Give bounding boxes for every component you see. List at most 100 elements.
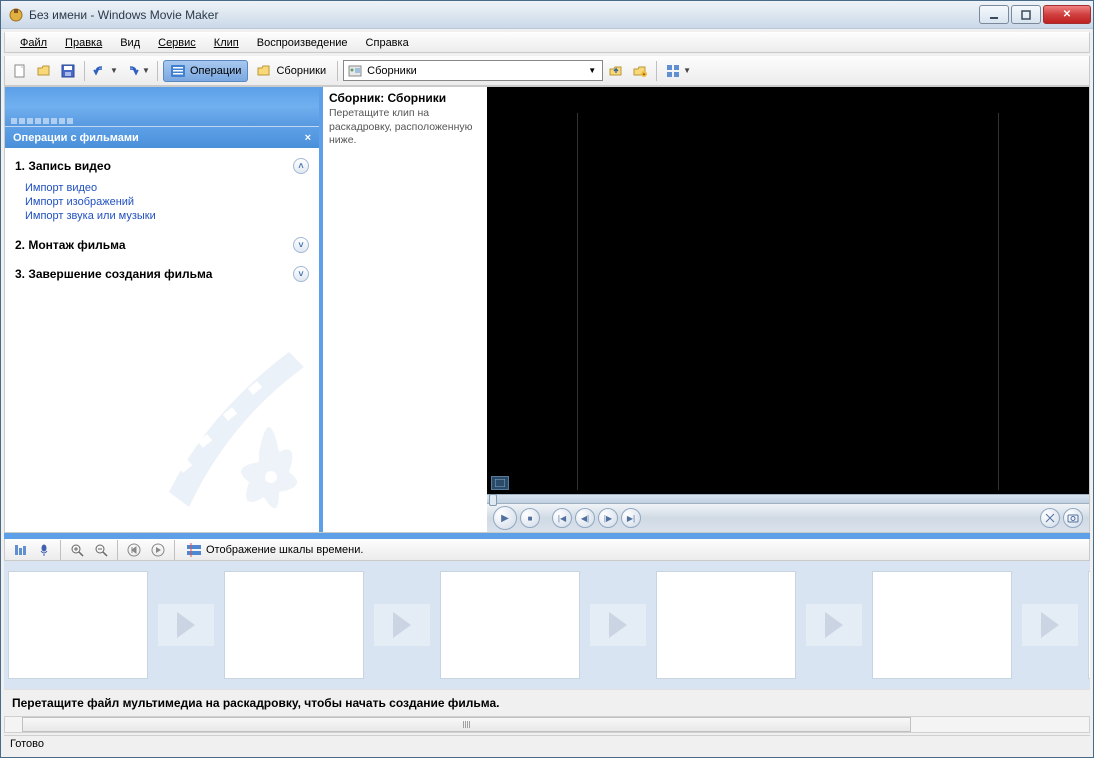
snapshot-button[interactable] [1063, 508, 1083, 528]
view-mode-button[interactable]: ▼ [662, 60, 694, 82]
menubar: Файл Правка Вид Сервис Клип Воспроизведе… [4, 32, 1090, 53]
separator [117, 540, 118, 560]
step-back-button[interactable]: ◀| [575, 508, 595, 528]
open-button[interactable] [33, 60, 55, 82]
storyboard-clip-slot[interactable] [656, 571, 796, 679]
storyboard-transition-slot[interactable] [364, 571, 440, 679]
import-audio-link[interactable]: Импорт звука или музыки [25, 209, 309, 223]
window-buttons: ✕ [977, 5, 1091, 24]
step-fwd-button[interactable]: |▶ [598, 508, 618, 528]
zoom-in-button[interactable] [66, 539, 88, 561]
tasks-toggle-button[interactable]: Операции [163, 60, 248, 82]
redo-button[interactable]: ▼ [122, 60, 152, 82]
new-project-button[interactable] [9, 60, 31, 82]
menu-view[interactable]: Вид [111, 35, 149, 51]
storyboard-transition-slot[interactable] [148, 571, 224, 679]
rewind-timeline-button[interactable] [123, 539, 145, 561]
collection-panel: Сборник: Сборники Перетащите клип на рас… [319, 87, 487, 532]
storyboard-clip-slot[interactable] [1088, 571, 1090, 679]
close-button[interactable]: ✕ [1043, 5, 1091, 24]
seek-bar[interactable] [487, 494, 1089, 504]
collections-toggle-label: Сборники [276, 65, 326, 77]
split-button[interactable] [1040, 508, 1060, 528]
menu-file[interactable]: Файл [11, 35, 56, 51]
timeline-icon [186, 542, 202, 558]
separator [656, 61, 657, 81]
minimize-button[interactable] [979, 5, 1009, 24]
menu-edit[interactable]: Правка [56, 35, 111, 51]
task-section-finish-title: 3. Завершение создания фильма [15, 267, 212, 281]
scrollbar-thumb[interactable] [22, 717, 911, 732]
task-section-finish: 3. Завершение создания фильма ˅ [15, 264, 309, 287]
timeline-view-toggle-label: Отображение шкалы времени. [206, 544, 363, 556]
chevron-down-icon: ˅ [293, 237, 309, 253]
storyboard-clip-slot[interactable] [224, 571, 364, 679]
status-text: Готово [10, 738, 44, 750]
storyboard-hint: Перетащите файл мультимедиа на раскадров… [4, 689, 1090, 716]
storyboard-transition-slot[interactable] [580, 571, 656, 679]
narrate-button[interactable] [33, 539, 55, 561]
storyboard-clip-slot[interactable] [872, 571, 1012, 679]
preview-controls: ▶ ■ |◀ ◀| |▶ ▶| [487, 504, 1089, 532]
app-icon [8, 7, 24, 23]
separator [157, 61, 158, 81]
app-window: Без имени - Windows Movie Maker ✕ Файл П… [0, 0, 1094, 758]
menu-clip[interactable]: Клип [205, 35, 248, 51]
save-button[interactable] [57, 60, 79, 82]
new-folder-button[interactable]: ✦ [629, 60, 651, 82]
next-clip-button[interactable]: ▶| [621, 508, 641, 528]
task-section-capture-title: 1. Запись видео [15, 159, 111, 173]
chevron-up-icon: ˄ [293, 158, 309, 174]
seek-handle[interactable] [489, 494, 497, 506]
main-area: Операции с фильмами × 1. Запись видео ˄ … [4, 86, 1090, 533]
menu-help[interactable]: Справка [357, 35, 418, 51]
fullscreen-icon[interactable] [491, 476, 509, 490]
separator [60, 540, 61, 560]
stop-button[interactable]: ■ [520, 508, 540, 528]
storyboard-transition-slot[interactable] [796, 571, 872, 679]
play-button[interactable]: ▶ [493, 506, 517, 530]
titlebar[interactable]: Без имени - Windows Movie Maker ✕ [1, 1, 1093, 29]
collections-combo-icon [347, 63, 363, 79]
collections-combo[interactable]: Сборники ▼ [343, 60, 603, 81]
timeline-view-toggle[interactable]: Отображение шкалы времени. [180, 539, 369, 561]
tasks-header: Операции с фильмами × [5, 127, 319, 148]
tasks-close-icon[interactable]: × [305, 132, 311, 144]
prev-clip-button[interactable]: |◀ [552, 508, 572, 528]
maximize-button[interactable] [1011, 5, 1041, 24]
collection-hint: Перетащите клип на раскадровку, располож… [329, 107, 481, 148]
task-section-edit: 2. Монтаж фильма ˅ [15, 235, 309, 258]
task-section-edit-header[interactable]: 2. Монтаж фильма ˅ [15, 235, 309, 258]
menu-play[interactable]: Воспроизведение [248, 35, 357, 51]
import-images-link[interactable]: Импорт изображений [25, 195, 309, 209]
menu-service[interactable]: Сервис [149, 35, 205, 51]
tasks-header-label: Операции с фильмами [13, 132, 139, 144]
task-section-capture-header[interactable]: 1. Запись видео ˄ [15, 156, 309, 179]
task-section-edit-title: 2. Монтаж фильма [15, 238, 126, 252]
dropdown-icon: ▼ [585, 66, 599, 75]
zoom-out-button[interactable] [90, 539, 112, 561]
preview-screen[interactable] [487, 87, 1089, 494]
storyboard-transition-slot[interactable] [1012, 571, 1088, 679]
tasks-body: 1. Запись видео ˄ Импорт видео Импорт из… [5, 148, 319, 532]
storyboard-clip-slot[interactable] [8, 571, 148, 679]
import-video-link[interactable]: Импорт видео [25, 181, 309, 195]
horizontal-scrollbar[interactable] [4, 716, 1090, 733]
undo-button[interactable]: ▼ [90, 60, 120, 82]
collections-toggle-button[interactable]: Сборники [250, 60, 332, 82]
tasks-toggle-label: Операции [190, 65, 241, 77]
storyboard-clip-slot[interactable] [440, 571, 580, 679]
separator [84, 61, 85, 81]
svg-text:✦: ✦ [642, 72, 646, 78]
timeline-toolbar: Отображение шкалы времени. [4, 539, 1090, 561]
task-section-finish-header[interactable]: 3. Завершение создания фильма ˅ [15, 264, 309, 287]
titlebar-text: Без имени - Windows Movie Maker [29, 8, 977, 22]
toolbar: ▼ ▼ Операции Сборники Сборники ▼ ✦ ▼ [4, 56, 1090, 86]
statusbar: Готово [4, 735, 1090, 755]
storyboard[interactable] [4, 561, 1090, 689]
set-levels-button[interactable] [9, 539, 31, 561]
play-timeline-button[interactable] [147, 539, 169, 561]
collection-title: Сборник: Сборники [329, 91, 481, 107]
film-reel-decoration [149, 312, 319, 532]
up-level-button[interactable] [605, 60, 627, 82]
